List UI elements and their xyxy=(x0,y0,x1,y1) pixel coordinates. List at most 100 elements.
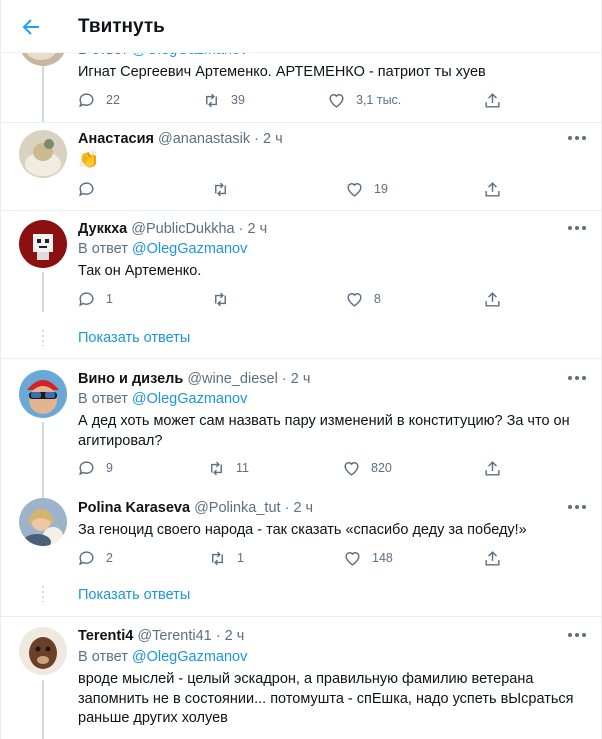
speech-bubble-icon xyxy=(79,460,94,475)
heart-icon xyxy=(345,551,360,566)
retweet-button[interactable]: 1 xyxy=(208,548,244,568)
tweet-thread-page: Твитнуть В ответ @OlegGazmanov Игнат Сер… xyxy=(0,0,602,739)
thread-dots xyxy=(42,330,44,346)
avatar[interactable] xyxy=(19,220,67,268)
reply-button[interactable] xyxy=(77,179,106,199)
top-bar: Твитнуть xyxy=(1,0,601,53)
reply-context: В ответ @OlegGazmanov xyxy=(78,241,248,257)
share-icon xyxy=(485,181,500,197)
heart-icon xyxy=(347,292,362,307)
reply-button[interactable]: 22 xyxy=(77,90,120,110)
like-count: 19 xyxy=(374,182,388,196)
reply-count: 9 xyxy=(106,461,113,475)
avatar[interactable] xyxy=(19,130,67,178)
tweet-time[interactable]: 2 ч xyxy=(225,628,245,644)
like-button[interactable]: 3,1 тыс. xyxy=(327,90,401,110)
heart-icon xyxy=(347,182,362,197)
reply-button[interactable]: 9 xyxy=(77,458,113,478)
thread-line xyxy=(42,66,44,122)
reply-context: В ответ @OlegGazmanov xyxy=(78,391,248,407)
tweet-time[interactable]: 2 ч xyxy=(263,131,283,147)
display-name[interactable]: Terenti4 xyxy=(78,628,133,644)
share-icon xyxy=(485,291,500,307)
avatar[interactable] xyxy=(19,627,67,675)
reply-count: 2 xyxy=(106,551,113,565)
retweet-icon xyxy=(215,292,226,306)
tweet-header: Вино и дизель @wine_diesel · 2 ч xyxy=(78,371,311,387)
retweet-button[interactable] xyxy=(211,179,240,199)
retweet-count: 1 xyxy=(237,551,244,565)
like-button[interactable]: 19 xyxy=(345,179,388,199)
speech-bubble-icon xyxy=(79,550,94,565)
like-button[interactable]: 148 xyxy=(343,548,393,568)
retweet-button[interactable] xyxy=(211,289,240,309)
speech-bubble-icon xyxy=(79,291,94,306)
retweet-count: 39 xyxy=(231,93,245,107)
retweet-icon xyxy=(212,551,223,565)
tweet-header: Polina Karaseva @Polinka_tut · 2 ч xyxy=(78,500,314,516)
user-handle[interactable]: @ananastasik xyxy=(158,131,250,147)
speech-bubble-icon xyxy=(79,181,94,196)
more-options-button[interactable] xyxy=(568,504,586,510)
avatar[interactable] xyxy=(19,498,67,546)
avatar[interactable] xyxy=(19,370,67,418)
speech-bubble-icon xyxy=(79,92,94,107)
display-name[interactable]: Вино и дизель xyxy=(78,371,183,387)
tweet-time[interactable]: 2 ч xyxy=(291,371,311,387)
like-button[interactable]: 820 xyxy=(342,458,392,478)
more-options-button[interactable] xyxy=(568,225,586,231)
share-button[interactable] xyxy=(483,90,502,110)
reply-context: В ответ @OlegGazmanov xyxy=(78,649,248,665)
tweet-text: За геноцид своего народа - так сказать «… xyxy=(78,522,527,538)
tweet-time[interactable]: 2 ч xyxy=(293,500,313,516)
tweet-text: 👏 xyxy=(78,150,100,169)
show-replies-link[interactable]: Показать ответы xyxy=(78,330,190,346)
back-button[interactable] xyxy=(19,15,43,39)
show-replies-link[interactable]: Показать ответы xyxy=(78,587,190,603)
reply-count: 1 xyxy=(106,292,113,306)
like-count: 3,1 тыс. xyxy=(356,93,402,107)
reply-count: 22 xyxy=(106,93,120,107)
user-handle[interactable]: @Polinka_tut xyxy=(194,500,280,516)
reply-to-link[interactable]: @OlegGazmanov xyxy=(132,241,247,257)
tweet-header: Анастасия @ananastasik · 2 ч xyxy=(78,131,283,147)
like-button[interactable]: 8 xyxy=(345,289,381,309)
more-options-button[interactable] xyxy=(568,632,586,638)
user-handle[interactable]: @wine_diesel xyxy=(187,371,278,387)
reply-to-link[interactable]: @OlegGazmanov xyxy=(132,649,247,665)
share-icon xyxy=(485,92,500,108)
retweet-button[interactable]: 11 xyxy=(207,458,249,478)
reply-button[interactable]: 2 xyxy=(77,548,113,568)
more-options-button[interactable] xyxy=(568,375,586,381)
page-title: Твитнуть xyxy=(78,16,165,37)
reply-to-link[interactable]: @OlegGazmanov xyxy=(132,391,247,407)
share-button[interactable] xyxy=(483,289,502,309)
more-options-button[interactable] xyxy=(568,135,586,141)
tweet-header: Terenti4 @Terenti41 · 2 ч xyxy=(78,628,245,644)
heart-icon xyxy=(329,93,344,108)
heart-icon xyxy=(344,461,359,476)
share-button[interactable] xyxy=(483,548,502,568)
share-icon xyxy=(485,550,500,566)
retweet-icon xyxy=(215,182,226,196)
user-handle[interactable]: @Terenti41 xyxy=(137,628,211,644)
reply-button[interactable]: 1 xyxy=(77,289,113,309)
tweet-time[interactable]: 2 ч xyxy=(248,221,268,237)
share-icon xyxy=(485,460,500,476)
retweet-button[interactable]: 39 xyxy=(202,90,245,110)
thread-dots xyxy=(42,586,44,602)
thread-line xyxy=(42,272,44,312)
tweet-text: А дед хоть может сам назвать пару измене… xyxy=(78,413,570,449)
tweet-text: вроде мыслей - целый эскадрон, а правиль… xyxy=(78,671,574,726)
share-button[interactable] xyxy=(483,179,502,199)
display-name[interactable]: Дуккха xyxy=(78,221,127,237)
share-button[interactable] xyxy=(483,458,502,478)
tweet-text: Так он Артеменко. xyxy=(78,263,202,279)
arrow-left-icon xyxy=(22,19,39,35)
display-name[interactable]: Анастасия xyxy=(78,131,154,147)
user-handle[interactable]: @PublicDukkha xyxy=(131,221,234,237)
like-count: 820 xyxy=(371,461,392,475)
retweet-icon xyxy=(211,461,222,475)
display-name[interactable]: Polina Karaseva xyxy=(78,500,190,516)
like-count: 148 xyxy=(372,551,393,565)
